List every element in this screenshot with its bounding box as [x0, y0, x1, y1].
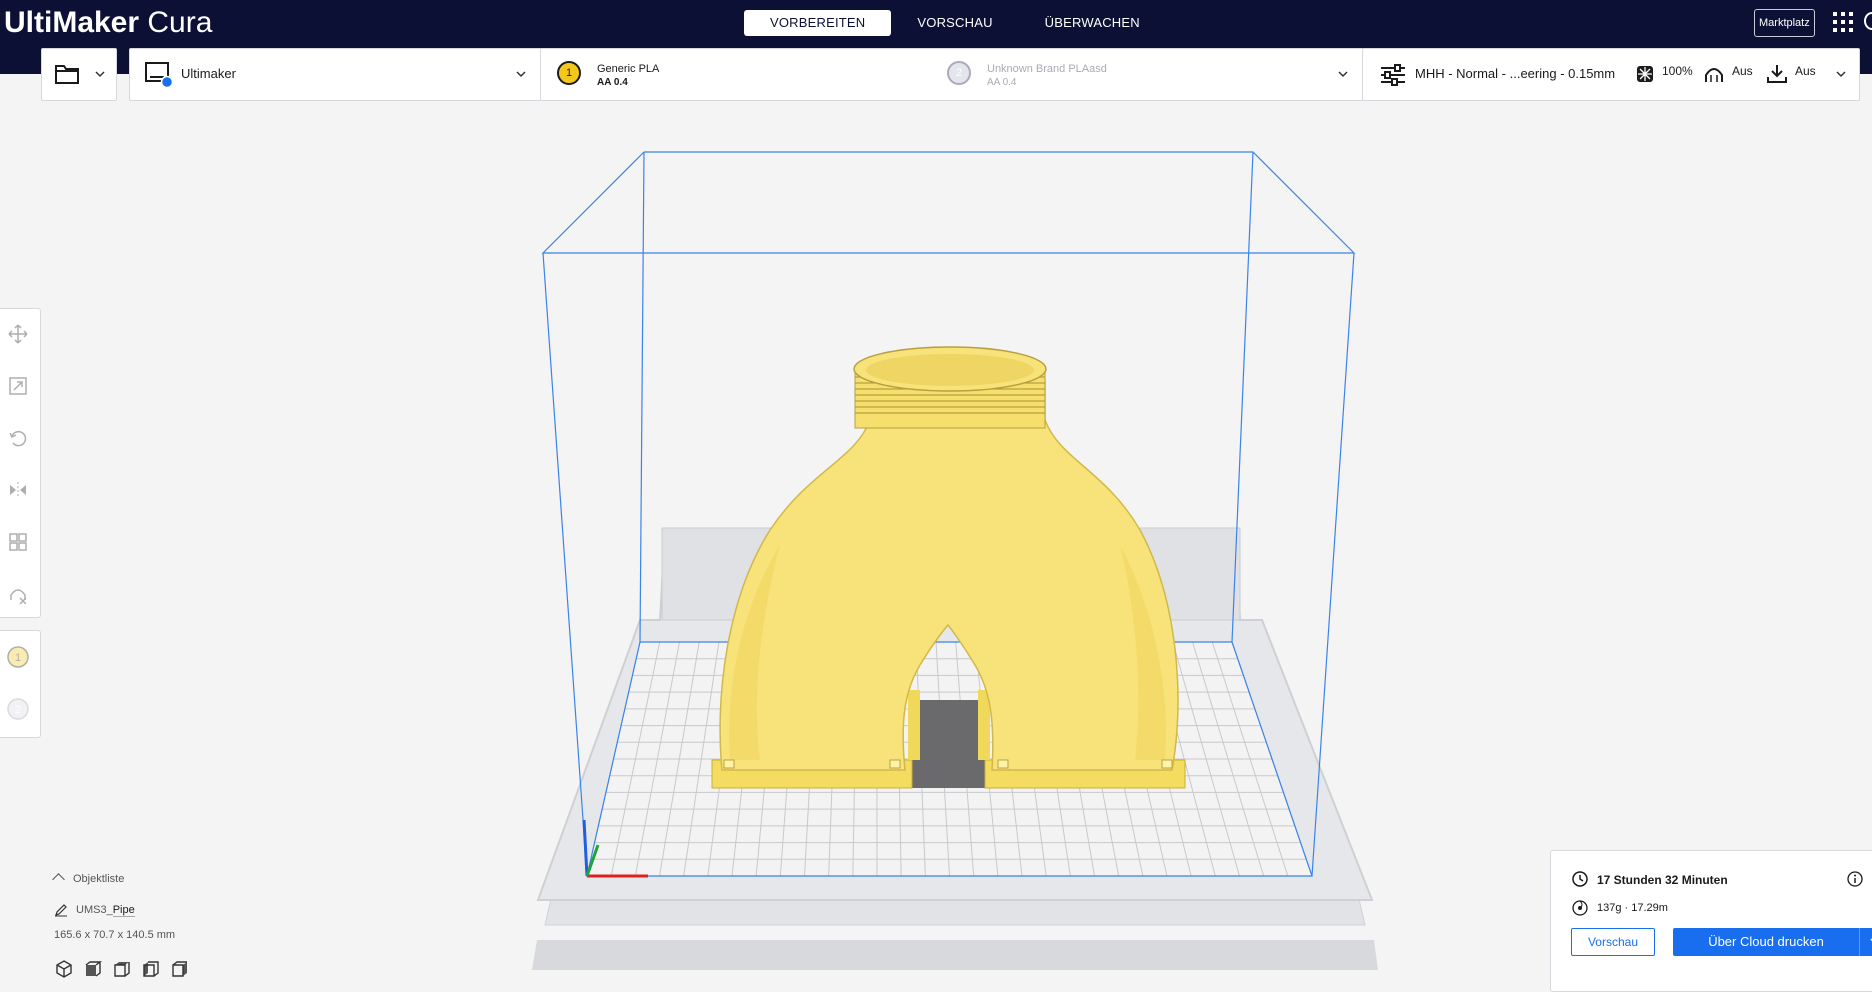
top-view-icon[interactable]	[112, 959, 132, 979]
extruder-2-tool-icon[interactable]: 2	[6, 697, 30, 721]
pencil-icon	[54, 903, 68, 917]
preview-button[interactable]: Vorschau	[1571, 928, 1655, 956]
object-name[interactable]: Pipe	[113, 904, 135, 917]
marketplace-button[interactable]: Marktplatz	[1754, 9, 1815, 37]
machine-selector[interactable]: Ultimaker	[129, 48, 542, 101]
view-orientation-buttons	[54, 959, 190, 982]
front-view-icon[interactable]	[83, 959, 103, 979]
profile-name: MHH - Normal - ...eering - 0.15mm	[1415, 66, 1615, 81]
print-via-cloud-button[interactable]: Über Cloud drucken	[1673, 928, 1859, 956]
extruder-selector[interactable]: 1 Generic PLA AA 0.4 2 Unknown Brand PLA…	[540, 48, 1364, 101]
print-options-dropdown[interactable]	[1859, 928, 1872, 956]
extruder-1-icon: 1	[557, 61, 581, 85]
svg-text:1: 1	[15, 652, 21, 664]
object-list-toggle[interactable]: Objektliste	[54, 873, 124, 885]
stage-tabs: VORBEREITEN VORSCHAU ÜBERWACHEN	[744, 10, 1166, 36]
infill-icon	[1635, 64, 1655, 84]
chevron-up-icon	[52, 873, 65, 886]
apps-grid-icon[interactable]	[1833, 12, 1853, 32]
account-icon[interactable]	[1864, 12, 1872, 30]
support-value: Aus	[1732, 64, 1753, 78]
open-file-button[interactable]	[41, 48, 117, 101]
adhesion-icon	[1766, 63, 1788, 85]
info-icon[interactable]	[1847, 871, 1863, 887]
extruder-2-material: Unknown Brand PLAasd	[987, 63, 1107, 75]
adhesion-value: Aus	[1795, 64, 1816, 78]
infill-value: 100%	[1662, 64, 1693, 78]
print-settings-selector[interactable]: MHH - Normal - ...eering - 0.15mm 100% A…	[1362, 48, 1860, 101]
3d-view-icon[interactable]	[54, 959, 74, 979]
folder-icon	[54, 63, 80, 85]
extruder-1-tool-icon[interactable]: 1	[6, 645, 30, 669]
left-view-icon[interactable]	[141, 959, 161, 979]
brand-name: UltiMaker	[4, 6, 139, 39]
extruder-1-material: Generic PLA	[597, 63, 659, 75]
chevron-down-icon	[1836, 69, 1846, 79]
extruder-1-nozzle: AA 0.4	[597, 77, 628, 88]
chevron-down-icon	[95, 69, 105, 79]
rotate-icon[interactable]	[8, 428, 28, 448]
settings-sliders-icon	[1380, 64, 1406, 86]
machine-name: Ultimaker	[181, 66, 236, 81]
printer-icon	[145, 62, 175, 88]
chevron-down-icon	[516, 69, 526, 79]
object-dimensions: 165.6 x 70.7 x 140.5 mm	[54, 929, 175, 941]
scale-icon[interactable]	[8, 376, 28, 396]
app-logo: UltiMaker Cura	[4, 4, 212, 42]
tab-prepare[interactable]: VORBEREITEN	[744, 10, 891, 36]
extruder-tool-panel: 1 2	[0, 630, 41, 738]
support-blocker-icon[interactable]	[8, 584, 28, 604]
tab-monitor[interactable]: ÜBERWACHEN	[1019, 10, 1166, 36]
object-list-title: Objektliste	[73, 873, 124, 885]
svg-text:2: 2	[15, 704, 21, 716]
spool-icon	[1572, 900, 1588, 916]
move-icon[interactable]	[8, 324, 28, 344]
print-time: 17 Stunden 32 Minuten	[1597, 873, 1728, 887]
mirror-icon[interactable]	[8, 480, 28, 500]
right-view-icon[interactable]	[170, 959, 190, 979]
support-icon	[1703, 63, 1725, 85]
product-name: Cura	[147, 6, 212, 39]
extruder-2-icon: 2	[947, 61, 971, 85]
model-shadow	[912, 700, 985, 788]
tool-panel	[0, 308, 41, 618]
tab-preview[interactable]: VORSCHAU	[891, 10, 1018, 36]
chevron-down-icon	[1338, 69, 1348, 79]
material-usage: 137g · 17.29m	[1597, 902, 1668, 914]
print-panel: 17 Stunden 32 Minuten 137g · 17.29m Vors…	[1550, 850, 1872, 992]
object-prefix: UMS3_	[76, 904, 113, 916]
header-bar: UltiMaker Cura VORBEREITEN VORSCHAU ÜBER…	[0, 0, 1872, 48]
clock-icon	[1572, 871, 1588, 887]
per-model-settings-icon[interactable]	[8, 532, 28, 552]
object-name-row[interactable]: UMS3_Pipe	[54, 903, 135, 917]
extruder-2-nozzle: AA 0.4	[987, 77, 1016, 88]
